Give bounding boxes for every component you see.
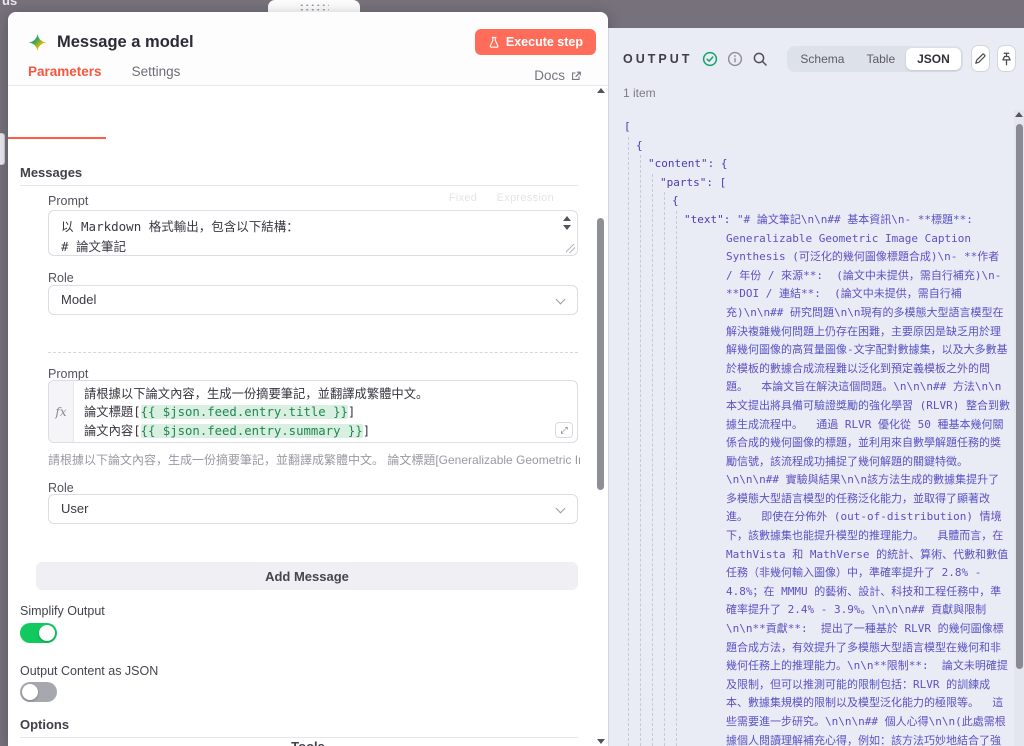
search-icon[interactable] [752, 51, 768, 67]
json-line: "content": { [648, 157, 728, 171]
view-tab-schema[interactable]: Schema [789, 48, 855, 70]
view-tab-json[interactable]: JSON [906, 47, 961, 70]
output-content-json-toggle[interactable] [20, 682, 57, 702]
role-label-1: Role [48, 271, 74, 285]
output-scrollbar[interactable] [1014, 110, 1024, 746]
role-label-2: Role [48, 481, 74, 495]
node-header: Message a model Execute step Parameters … [8, 12, 608, 139]
docs-link[interactable]: Docs [534, 68, 582, 83]
tools-section-label-clipped: Tools [291, 739, 325, 746]
json-key-text: "text": [684, 212, 737, 226]
textarea-resize-grip[interactable] [566, 244, 575, 253]
pencil-icon [973, 52, 987, 66]
open-expression-editor-button[interactable]: ⤢ [555, 422, 573, 438]
add-message-button[interactable]: Add Message [36, 562, 578, 590]
drag-dots-icon [299, 2, 329, 11]
indent-guide [676, 211, 677, 746]
gemini-star-icon [28, 32, 47, 52]
output-items-count: 1 item [623, 86, 656, 100]
pin-icon [1000, 52, 1013, 66]
external-link-icon [570, 70, 582, 82]
prompt-label-2: Prompt [48, 367, 89, 381]
expr-line-3: 論文內容[{{ $json.feed.entry.summary }}] [84, 423, 371, 438]
tab-parameters[interactable]: Parameters [8, 64, 106, 139]
options-section-label: Options [20, 717, 70, 732]
output-panel: OUTPUT Schema Table JSON 1 item [{"con… [608, 28, 1024, 746]
output-json-view[interactable]: [ { "content": { "parts": [ { "text": "#… [624, 118, 1010, 746]
json-line: { [672, 194, 679, 208]
expression-title-token: {{ $json.feed.entry.title }} [140, 405, 348, 420]
json-line: "parts": [ [660, 175, 727, 189]
fixed-expression-ghost-toggle: Fixed Expression [448, 192, 554, 204]
output-view-switcher: Schema Table JSON [787, 45, 963, 72]
expression-summary-token: {{ $json.feed.entry.summary }} [140, 423, 363, 438]
flask-icon [488, 36, 500, 49]
prompt1-line2-clipped: # 論文筆記 [61, 239, 127, 254]
messages-section-label: Messages [20, 165, 83, 180]
expression-preview: 請根據以下論文內容，生成一份摘要筆記，並翻譯成繁體中文。 論文標題[Genera… [48, 453, 580, 467]
indent-guide [664, 192, 665, 746]
json-line: { [636, 138, 643, 152]
prompt1-line1: 以 Markdown 格式輸出，包含以下結構： [61, 219, 299, 234]
scroll-up-arrow[interactable] [597, 88, 605, 93]
background-panel-sliver [0, 133, 5, 165]
simplify-output-label: Simplify Output [20, 604, 105, 618]
json-line: [ [624, 120, 631, 133]
run-success-icon [702, 51, 718, 67]
scroll-down-arrow[interactable] [597, 739, 605, 744]
pin-data-button[interactable] [996, 45, 1016, 72]
chevron-down-icon [555, 503, 566, 514]
textarea-scroll-arrows[interactable] [563, 216, 571, 230]
scrollbar-thumb[interactable] [597, 218, 604, 490]
prompt-textarea-1[interactable]: 以 Markdown 格式輸出，包含以下結構： # 論文筆記 [48, 210, 578, 256]
execute-step-button[interactable]: Execute step [474, 29, 596, 55]
chevron-down-icon [555, 294, 566, 305]
prompt-label-1: Prompt [48, 194, 89, 208]
indent-guide [640, 155, 641, 746]
simplify-output-toggle[interactable] [20, 623, 57, 643]
scroll-up-arrow[interactable] [1015, 112, 1023, 117]
expr-line-2: 論文標題[{{ $json.feed.entry.title }}] [84, 405, 356, 420]
node-settings-panel: Message a model Execute step Parameters … [8, 12, 608, 746]
info-icon[interactable] [727, 51, 743, 67]
output-content-json-label: Output Content as JSON [20, 664, 159, 678]
parameters-scroll-area: Messages Prompt Fixed Expression 以 Markd… [8, 86, 594, 746]
view-tab-table[interactable]: Table [855, 48, 906, 70]
indent-guide [652, 174, 653, 746]
parameters-scrollbar[interactable] [595, 88, 607, 744]
output-title: OUTPUT [623, 51, 693, 66]
output-header: OUTPUT Schema Table JSON [609, 28, 1024, 72]
message-divider [48, 352, 578, 353]
scrollbar-thumb[interactable] [1015, 124, 1023, 669]
fx-badge: fx [49, 381, 74, 442]
indent-guide [628, 137, 629, 746]
expr-line-1: 請根據以下論文內容，生成一份摘要筆記，並翻譯成繁體中文。 [84, 387, 429, 401]
json-text-field: "text": "# 論文筆記\n\n## 基本資訊\n- **標題**: Ge… [624, 211, 1010, 746]
tab-settings[interactable]: Settings [132, 64, 181, 86]
edit-output-button[interactable] [970, 45, 990, 72]
role-select-2[interactable]: User [48, 494, 578, 524]
canvas-node-label-fragment: us [2, 0, 18, 8]
prompt-expression-editor[interactable]: fx 請根據以下論文內容，生成一份摘要筆記，並翻譯成繁體中文。 論文標題[{{ … [48, 380, 578, 443]
node-title: Message a model [57, 32, 194, 51]
role-select-1[interactable]: Model [48, 285, 578, 315]
json-value-text: "# 論文筆記\n\n## 基本資訊\n- **標題**: Generaliza… [726, 212, 1010, 746]
